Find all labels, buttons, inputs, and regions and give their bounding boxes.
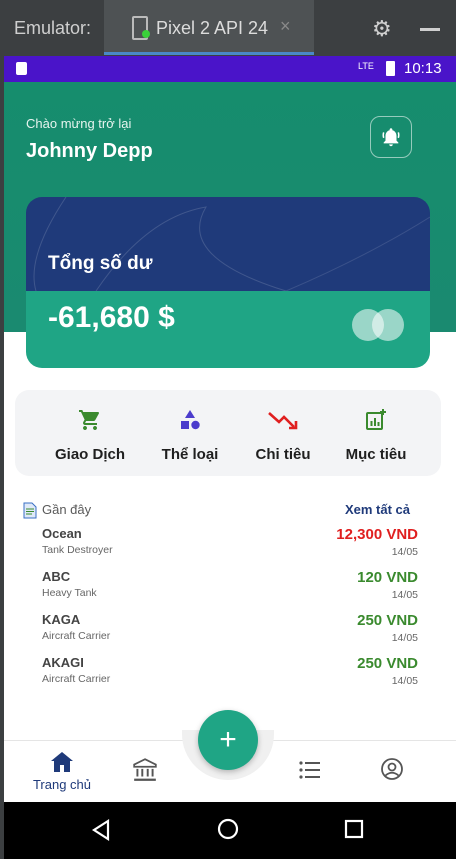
recents-icon[interactable] <box>344 819 364 839</box>
system-nav-bar <box>4 802 456 859</box>
user-name: Johnny Depp <box>26 140 153 162</box>
nav-home[interactable]: Trang chủ <box>22 741 102 803</box>
transaction-name: Ocean <box>42 526 82 541</box>
sd-card-icon <box>16 62 27 75</box>
emulator-toolbar: Emulator: Pixel 2 API 24 × ⚙ <box>0 0 456 56</box>
shapes-icon <box>181 410 200 430</box>
status-time: 10:13 <box>404 60 442 77</box>
gear-icon[interactable]: ⚙ <box>372 16 392 42</box>
greeting-text: Chào mừng trở lại <box>26 116 132 131</box>
transaction-date: 14/05 <box>391 675 418 687</box>
nav-bank[interactable] <box>132 741 160 803</box>
transaction-amount: 12,300 VND <box>336 526 418 543</box>
transaction-category: Tank Destroyer <box>42 544 113 556</box>
bank-icon <box>133 758 157 781</box>
action-label: Thể loại <box>161 446 219 463</box>
profile-icon <box>381 758 403 780</box>
online-indicator-icon <box>142 30 150 38</box>
notification-button[interactable] <box>370 116 412 158</box>
transaction-amount: 250 VND <box>357 612 418 629</box>
back-icon[interactable] <box>90 818 112 842</box>
device-tab-label: Pixel 2 API 24 <box>156 18 269 38</box>
transaction-category: Heavy Tank <box>42 587 97 599</box>
nav-home-label: Trang chủ <box>32 777 92 792</box>
balance-card[interactable]: Tổng số dư -61,680 $ <box>26 197 430 368</box>
transaction-row[interactable]: AKAGI Aircraft Carrier 250 VND 14/05 <box>4 655 456 699</box>
transaction-date: 14/05 <box>391 589 418 601</box>
card-decoration <box>33 197 430 291</box>
bell-icon <box>382 128 400 147</box>
transaction-row[interactable]: ABC Heavy Tank 120 VND 14/05 <box>4 569 456 613</box>
document-icon <box>23 502 37 519</box>
see-all-link[interactable]: Xem tất cả <box>324 502 410 517</box>
nav-list[interactable] <box>298 741 326 803</box>
balance-amount: -61,680 $ <box>48 301 175 334</box>
transaction-category: Aircraft Carrier <box>42 673 111 685</box>
status-bar: LTE 10:13 <box>4 56 456 82</box>
home-icon <box>51 752 73 772</box>
action-transactions[interactable]: Giao Dịch <box>40 390 140 476</box>
trending-down-icon <box>268 412 298 430</box>
action-spending[interactable]: Chi tiêu <box>233 390 333 476</box>
minimize-icon[interactable] <box>420 28 440 31</box>
nav-profile[interactable] <box>380 741 408 803</box>
transaction-amount: 120 VND <box>357 569 418 586</box>
transaction-name: ABC <box>42 569 71 584</box>
report-icon <box>366 409 386 430</box>
balance-title: Tổng số dư <box>48 253 153 274</box>
action-label: Chi tiêu <box>255 446 311 463</box>
cart-icon <box>79 410 100 430</box>
transaction-category: Aircraft Carrier <box>42 630 111 642</box>
battery-icon <box>386 61 395 76</box>
action-label: Giao Dịch <box>54 446 125 463</box>
home-circle-icon[interactable] <box>216 817 240 841</box>
close-icon[interactable]: × <box>280 16 291 37</box>
list-icon <box>299 761 320 779</box>
phone-screen: LTE 10:13 Chào mừng trở lại Johnny Depp … <box>4 56 456 859</box>
transaction-name: KAGA <box>42 612 81 627</box>
card-brand-icon <box>352 309 406 343</box>
emulator-label: Emulator: <box>14 18 92 38</box>
transaction-date: 14/05 <box>391 632 418 644</box>
transaction-date: 14/05 <box>391 546 418 558</box>
transaction-row[interactable]: KAGA Aircraft Carrier 250 VND 14/05 <box>4 612 456 656</box>
action-goals[interactable]: Mục tiêu <box>326 390 426 476</box>
quick-actions: Giao Dịch Thể loại Chi tiêu Mục tiêu <box>15 390 441 476</box>
device-tab[interactable]: Pixel 2 API 24 × <box>104 0 314 55</box>
action-label: Mục tiêu <box>345 446 407 463</box>
transaction-name: AKAGI <box>42 655 84 670</box>
recent-title: Gần đây <box>42 502 92 517</box>
add-transaction-button[interactable]: + <box>198 710 258 770</box>
transaction-row[interactable]: Ocean Tank Destroyer 12,300 VND 14/05 <box>4 526 456 570</box>
action-categories[interactable]: Thể loại <box>140 390 240 476</box>
network-label: LTE <box>358 61 374 71</box>
transaction-amount: 250 VND <box>357 655 418 672</box>
plus-icon: + <box>219 723 237 756</box>
balance-card-top <box>26 197 430 291</box>
